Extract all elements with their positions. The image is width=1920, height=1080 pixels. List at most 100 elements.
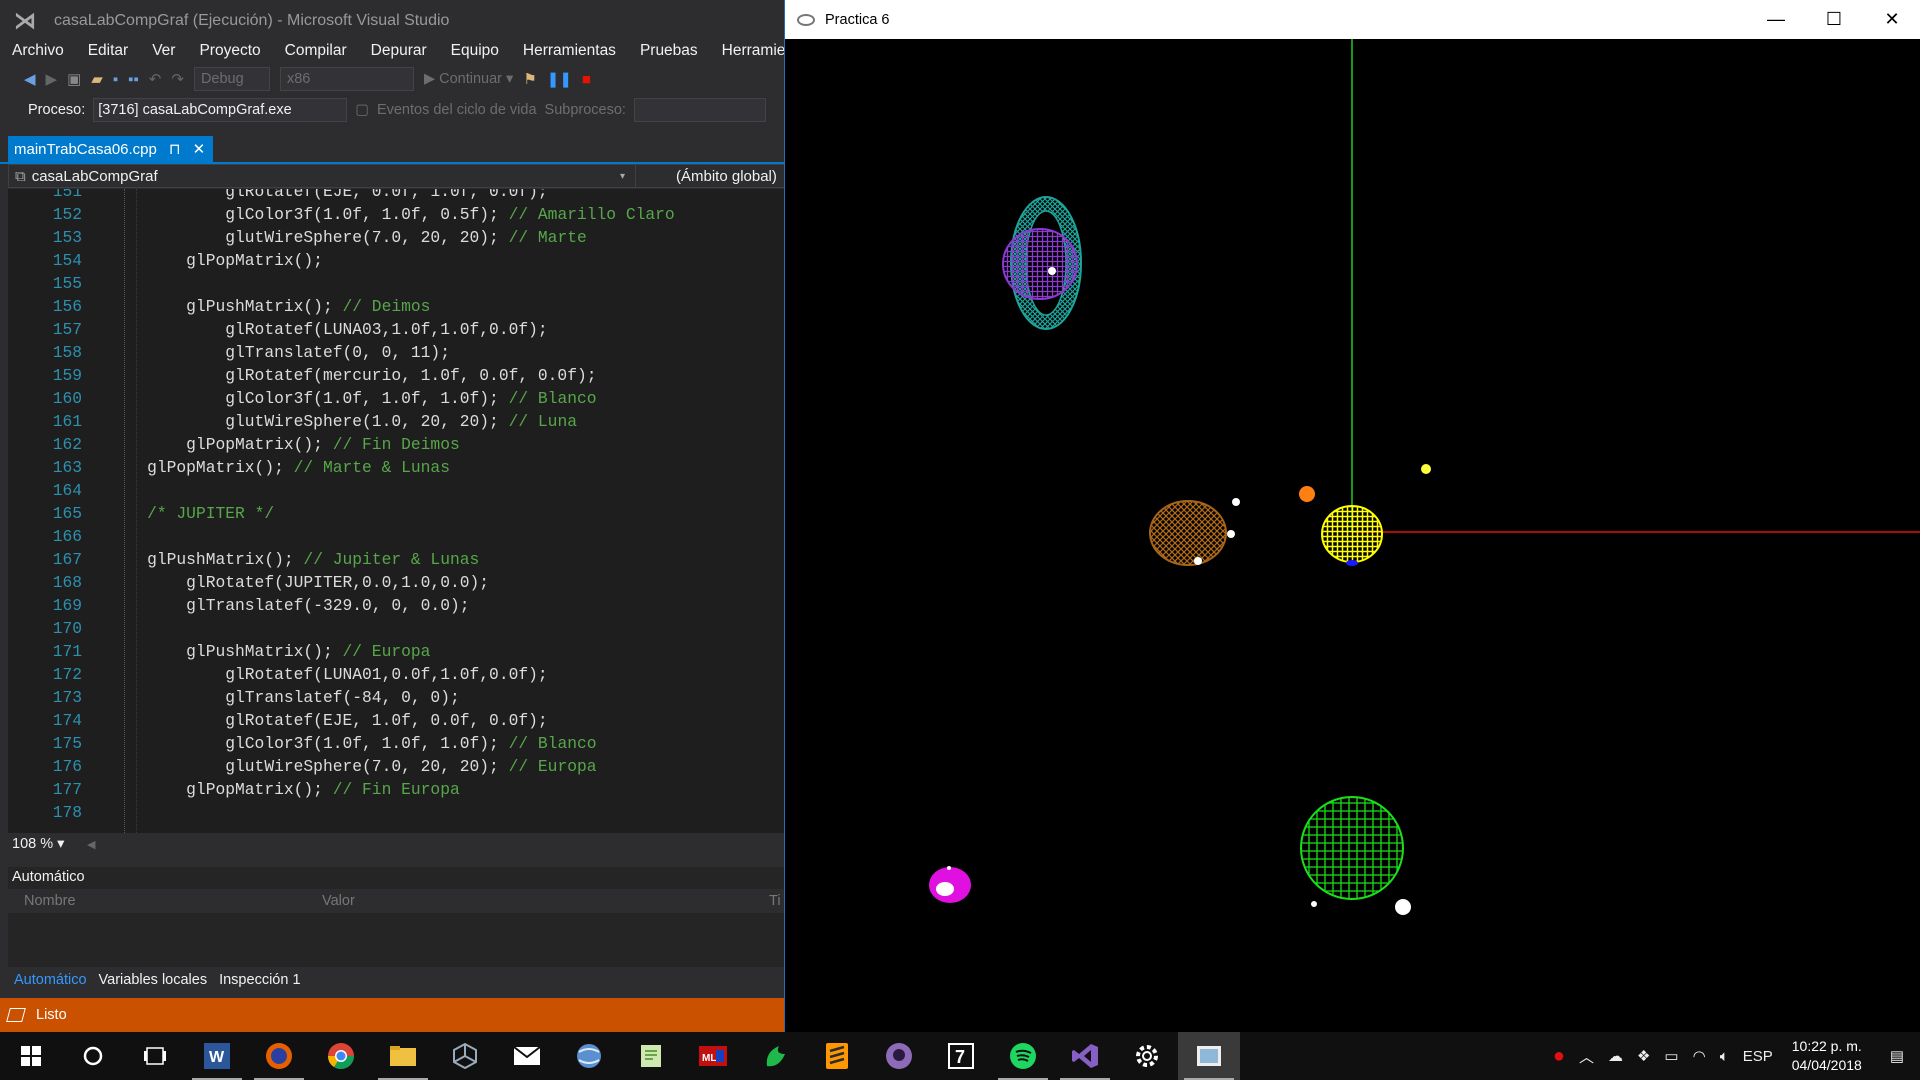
thread-select[interactable] [633,98,766,122]
wifi-icon[interactable]: ◠ [1686,1047,1713,1065]
taskbar-word[interactable]: W [186,1032,248,1080]
gl-title-bar[interactable]: Practica 6 — ☐ ✕ [785,0,1920,39]
taskbar-sublime[interactable] [806,1032,868,1080]
taskbar-github[interactable] [868,1032,930,1080]
dropbox-icon[interactable]: ❖ [1630,1047,1657,1065]
antivirus-icon[interactable]: ● [1546,1045,1572,1068]
notepad-icon [641,1045,661,1067]
taskbar-firefox[interactable] [248,1032,310,1080]
tab-maintrabcasa06[interactable]: mainTrabCasa06.cpp ⊓ ✕ [8,136,214,162]
menu-compilar[interactable]: Compilar [273,42,359,62]
small-yellow-planet [1421,464,1431,474]
menu-herramientas[interactable]: Herramientas [511,42,628,62]
taskbar-network-app[interactable] [558,1032,620,1080]
zoom-level-select[interactable]: 108 % ▾ [8,836,87,852]
taskbar-notepad[interactable] [620,1032,682,1080]
menu-depurar[interactable]: Depurar [359,42,439,62]
tab-automatico[interactable]: Automático [14,972,87,988]
configuration-select[interactable]: Debug [193,67,270,91]
menu-ver[interactable]: Ver [140,42,187,62]
start-button[interactable] [0,1032,62,1080]
autos-panel: Automático Nombre Valor Ti [8,867,785,967]
process-label: Proceso: [28,102,86,118]
save-all-icon[interactable]: ▪▪ [128,71,139,88]
line-number: 171 [52,642,82,661]
status-icon [6,1008,26,1022]
battery-icon[interactable]: ▭ [1657,1047,1685,1065]
minimize-button[interactable]: — [1747,0,1805,39]
chevron-up-icon[interactable]: ︿ [1572,1046,1601,1067]
project-icon: ⧉ [15,167,26,185]
taskbar-settings[interactable] [1116,1032,1178,1080]
task-view-button[interactable] [124,1032,186,1080]
menu-equipo[interactable]: Equipo [439,42,511,62]
save-icon[interactable]: ▪ [113,71,118,88]
attach-icon[interactable]: ⚑ [523,70,536,88]
taskbar-game-app[interactable]: ML [682,1032,744,1080]
code-comment: /* JUPITER */ [147,504,275,523]
close-button[interactable]: ✕ [1863,0,1920,39]
code-editor[interactable]: 151 glRotatef(EJE, 0.0f, 1.0f, 0.0f); 152… [8,189,785,833]
maximize-button[interactable]: ☐ [1805,0,1863,39]
menu-pruebas[interactable]: Pruebas [628,42,710,62]
line-number: 168 [52,573,82,592]
code-text: glPushMatrix(); // Europa [108,640,430,663]
brown-planet [1149,498,1240,566]
cortana-button[interactable] [62,1032,124,1080]
green-planet [1300,796,1411,915]
taskbar-opengl-window[interactable] [1178,1032,1240,1080]
volume-icon[interactable]: 🔈︎ [1713,1048,1736,1065]
code-text: glTranslatef(-329.0, 0, 0.0); [108,594,469,617]
taskbar-file-explorer[interactable] [372,1032,434,1080]
project-dropdown[interactable]: ⧉ casaLabCompGraf ▾ [9,168,635,185]
pause-icon[interactable]: ❚❚ [547,70,572,88]
code-text: glutWireSphere(7.0, 20, 20); // Marte [108,226,587,249]
tab-inspeccion-1[interactable]: Inspección 1 [219,972,300,988]
open-file-icon[interactable]: ▰ [91,70,103,88]
git-app-icon [766,1046,785,1067]
onedrive-icon[interactable]: ☁ [1601,1047,1630,1065]
spotify-icon [1010,1043,1036,1069]
menu-herramientas-2[interactable]: Herramienta [710,42,785,62]
taskbar-virtualbox[interactable] [434,1032,496,1080]
thread-label: Subproceso: [544,102,626,118]
continue-button[interactable]: ▶ Continuar ▾ [424,71,513,87]
taskbar-spotify[interactable] [992,1032,1054,1080]
redo-icon[interactable]: ↷ [171,70,184,88]
code-statement: glutWireSphere(7.0, 20, 20); [108,757,509,776]
column-type[interactable]: Ti [769,893,781,909]
column-value[interactable]: Valor [322,893,355,909]
code-text: glRotatef(JUPITER,0.0,1.0,0.0); [108,571,489,594]
undo-icon[interactable]: ↶ [149,70,162,88]
code-statement: glPopMatrix(); [108,435,333,454]
tab-variables-locales[interactable]: Variables locales [99,972,208,988]
stop-icon[interactable]: ■ [582,71,591,88]
pin-icon[interactable]: ⊓ [169,140,181,158]
scroll-left-icon[interactable]: ◀ [87,838,95,851]
back-icon[interactable]: ◀ [24,70,36,88]
code-statement: glRotatef(LUNA01,0.0f,1.0f,0.0f); [108,665,548,684]
close-tab-icon[interactable]: ✕ [193,140,206,158]
language-indicator[interactable]: ESP [1736,1048,1780,1065]
word-icon: W [204,1043,230,1069]
menu-proyecto[interactable]: Proyecto [187,42,272,62]
menu-archivo[interactable]: Archivo [0,42,76,62]
opengl-render-canvas[interactable] [785,39,1920,1032]
notifications-icon[interactable]: ▤ [1874,1047,1920,1065]
taskbar-git-app[interactable] [744,1032,806,1080]
menu-editar[interactable]: Editar [76,42,141,62]
forward-icon[interactable]: ▶ [46,70,58,88]
platform-select[interactable]: x86 [279,67,414,91]
code-statement: glRotatef(JUPITER,0.0,1.0,0.0); [108,573,490,592]
code-text: glTranslatef(0, 0, 11); [108,341,450,364]
taskbar-mail[interactable] [496,1032,558,1080]
taskbar-visual-studio[interactable] [1054,1032,1116,1080]
scope-dropdown[interactable]: (Ámbito global) [635,165,784,187]
lifecycle-events-select[interactable]: Eventos del ciclo de vida [377,102,537,118]
column-name[interactable]: Nombre [24,893,76,909]
process-select[interactable]: [3716] casaLabCompGraf.exe [93,98,348,122]
taskbar-chrome[interactable] [310,1032,372,1080]
taskbar-7zip[interactable]: 7 [930,1032,992,1080]
new-project-icon[interactable]: ▣ [67,70,81,88]
clock[interactable]: 10:22 p. m. 04/04/2018 [1780,1037,1874,1075]
